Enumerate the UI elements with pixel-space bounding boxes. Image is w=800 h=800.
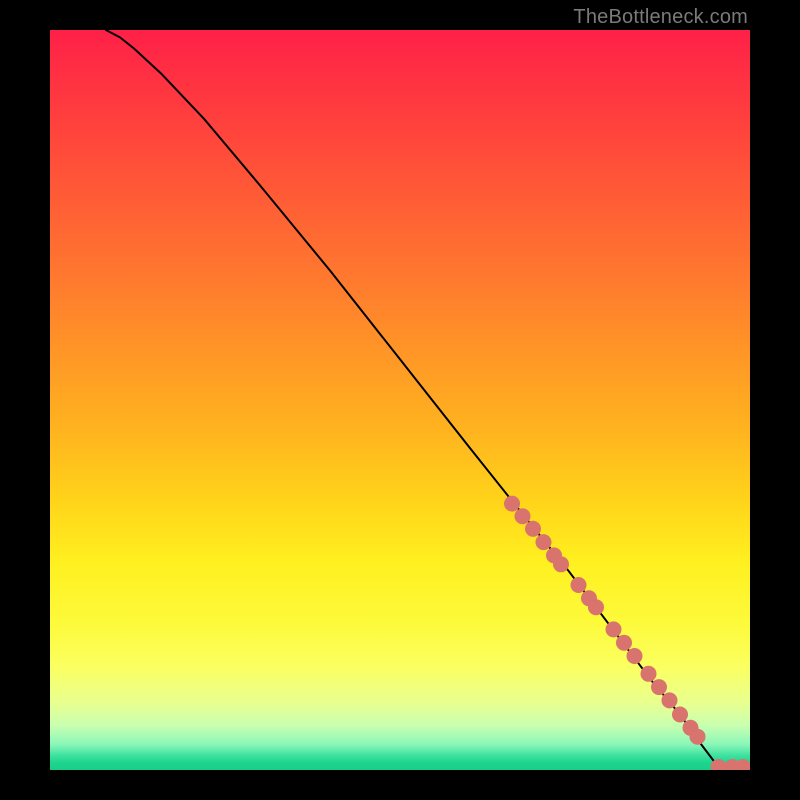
highlight-marker <box>515 508 531 524</box>
highlight-marker <box>553 556 569 572</box>
watermark-label: TheBottleneck.com <box>573 6 748 29</box>
highlight-marker <box>588 599 604 615</box>
highlight-marker <box>690 729 706 745</box>
highlight-marker <box>616 635 632 651</box>
highlight-marker <box>662 692 678 708</box>
curve-line <box>106 30 750 768</box>
highlight-marker <box>641 666 657 682</box>
highlight-marker <box>571 577 587 593</box>
highlight-markers <box>504 496 750 770</box>
highlight-marker <box>536 534 552 550</box>
highlight-marker <box>606 621 622 637</box>
highlight-marker <box>504 496 520 512</box>
highlight-marker <box>525 521 541 537</box>
highlight-marker <box>672 707 688 723</box>
highlight-marker <box>651 679 667 695</box>
highlight-marker <box>627 648 643 664</box>
plot-overlay <box>50 30 750 770</box>
chart-stage: TheBottleneck.com <box>0 0 800 800</box>
plot-area <box>50 30 750 770</box>
